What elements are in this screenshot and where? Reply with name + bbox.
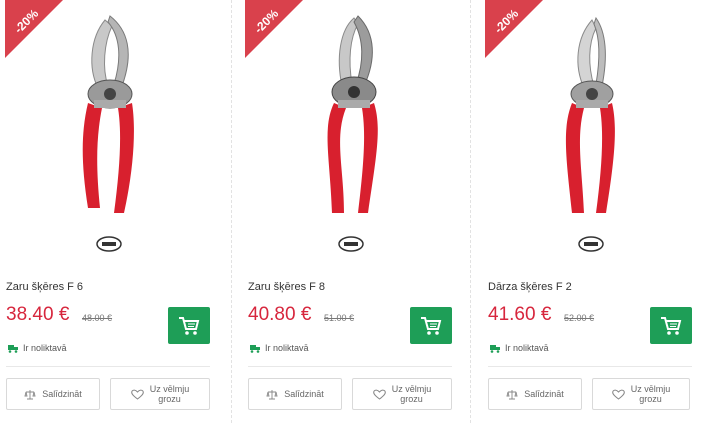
wishlist-button[interactable]: Uz vēlmju grozu — [110, 378, 210, 410]
product-name[interactable]: Dārza šķēres F 2 — [488, 281, 572, 293]
wishlist-label-line2: grozu — [400, 394, 423, 404]
card-separator — [248, 366, 452, 367]
compare-label: Salīdzināt — [524, 389, 564, 399]
heart-icon — [372, 389, 386, 400]
product-image[interactable] — [292, 8, 412, 223]
shopping-cart-icon — [421, 316, 442, 335]
compare-button[interactable]: Salīdzināt — [488, 378, 582, 410]
product-card: -20% Zaru šķēres F 6 38.40 € 48.00 € Ir … — [0, 0, 232, 423]
shopping-cart-icon — [661, 316, 682, 335]
wishlist-label-line2: grozu — [639, 394, 662, 404]
stock-status: Ir noliktavā — [8, 343, 67, 353]
truck-icon — [8, 344, 18, 353]
product-image[interactable] — [50, 8, 170, 223]
product-image[interactable] — [532, 8, 652, 223]
add-to-cart-button[interactable] — [650, 307, 692, 344]
product-price: 41.60 € — [488, 304, 552, 325]
product-old-price: 52.00 € — [564, 313, 595, 323]
scales-icon — [266, 389, 278, 399]
product-card: -20% Dārza šķēres F 2 41.60 € 52.00 € Ir… — [480, 0, 705, 423]
scales-icon — [506, 389, 518, 399]
product-old-price: 51.00 € — [324, 313, 355, 323]
product-card: -20% Zaru šķēres F 8 40.80 € 51.00 € Ir … — [240, 0, 472, 423]
wishlist-label-line1: Uz vēlmju — [391, 384, 432, 394]
stock-status: Ir noliktavā — [490, 343, 549, 353]
compare-label: Salīdzināt — [284, 389, 324, 399]
heart-icon — [611, 389, 625, 400]
wishlist-label-line1: Uz vēlmju — [630, 384, 671, 394]
card-separator — [6, 366, 210, 367]
scales-icon — [24, 389, 36, 399]
compare-button[interactable]: Salīdzināt — [248, 378, 342, 410]
truck-icon — [490, 344, 500, 353]
product-old-price: 48.00 € — [82, 313, 113, 323]
stock-label: Ir noliktavā — [23, 343, 67, 353]
product-price: 40.80 € — [248, 304, 312, 325]
stock-label: Ir noliktavā — [505, 343, 549, 353]
wishlist-button[interactable]: Uz vēlmju grozu — [352, 378, 452, 410]
truck-icon — [250, 344, 260, 353]
add-to-cart-button[interactable] — [168, 307, 210, 344]
felco-logo — [96, 236, 122, 252]
compare-button[interactable]: Salīdzināt — [6, 378, 100, 410]
product-name[interactable]: Zaru šķēres F 6 — [6, 281, 83, 293]
felco-logo — [578, 236, 604, 252]
wishlist-label-line2: grozu — [158, 394, 181, 404]
card-separator — [488, 366, 692, 367]
heart-icon — [130, 389, 144, 400]
shopping-cart-icon — [179, 316, 200, 335]
stock-status: Ir noliktavā — [250, 343, 309, 353]
stock-label: Ir noliktavā — [265, 343, 309, 353]
product-grid: -20% Zaru šķēres F 6 38.40 € 48.00 € Ir … — [0, 0, 705, 423]
felco-logo — [338, 236, 364, 252]
compare-label: Salīdzināt — [42, 389, 82, 399]
product-price: 38.40 € — [6, 304, 70, 325]
add-to-cart-button[interactable] — [410, 307, 452, 344]
wishlist-button[interactable]: Uz vēlmju grozu — [592, 378, 690, 410]
wishlist-label-line1: Uz vēlmju — [149, 384, 190, 394]
product-name[interactable]: Zaru šķēres F 8 — [248, 281, 325, 293]
